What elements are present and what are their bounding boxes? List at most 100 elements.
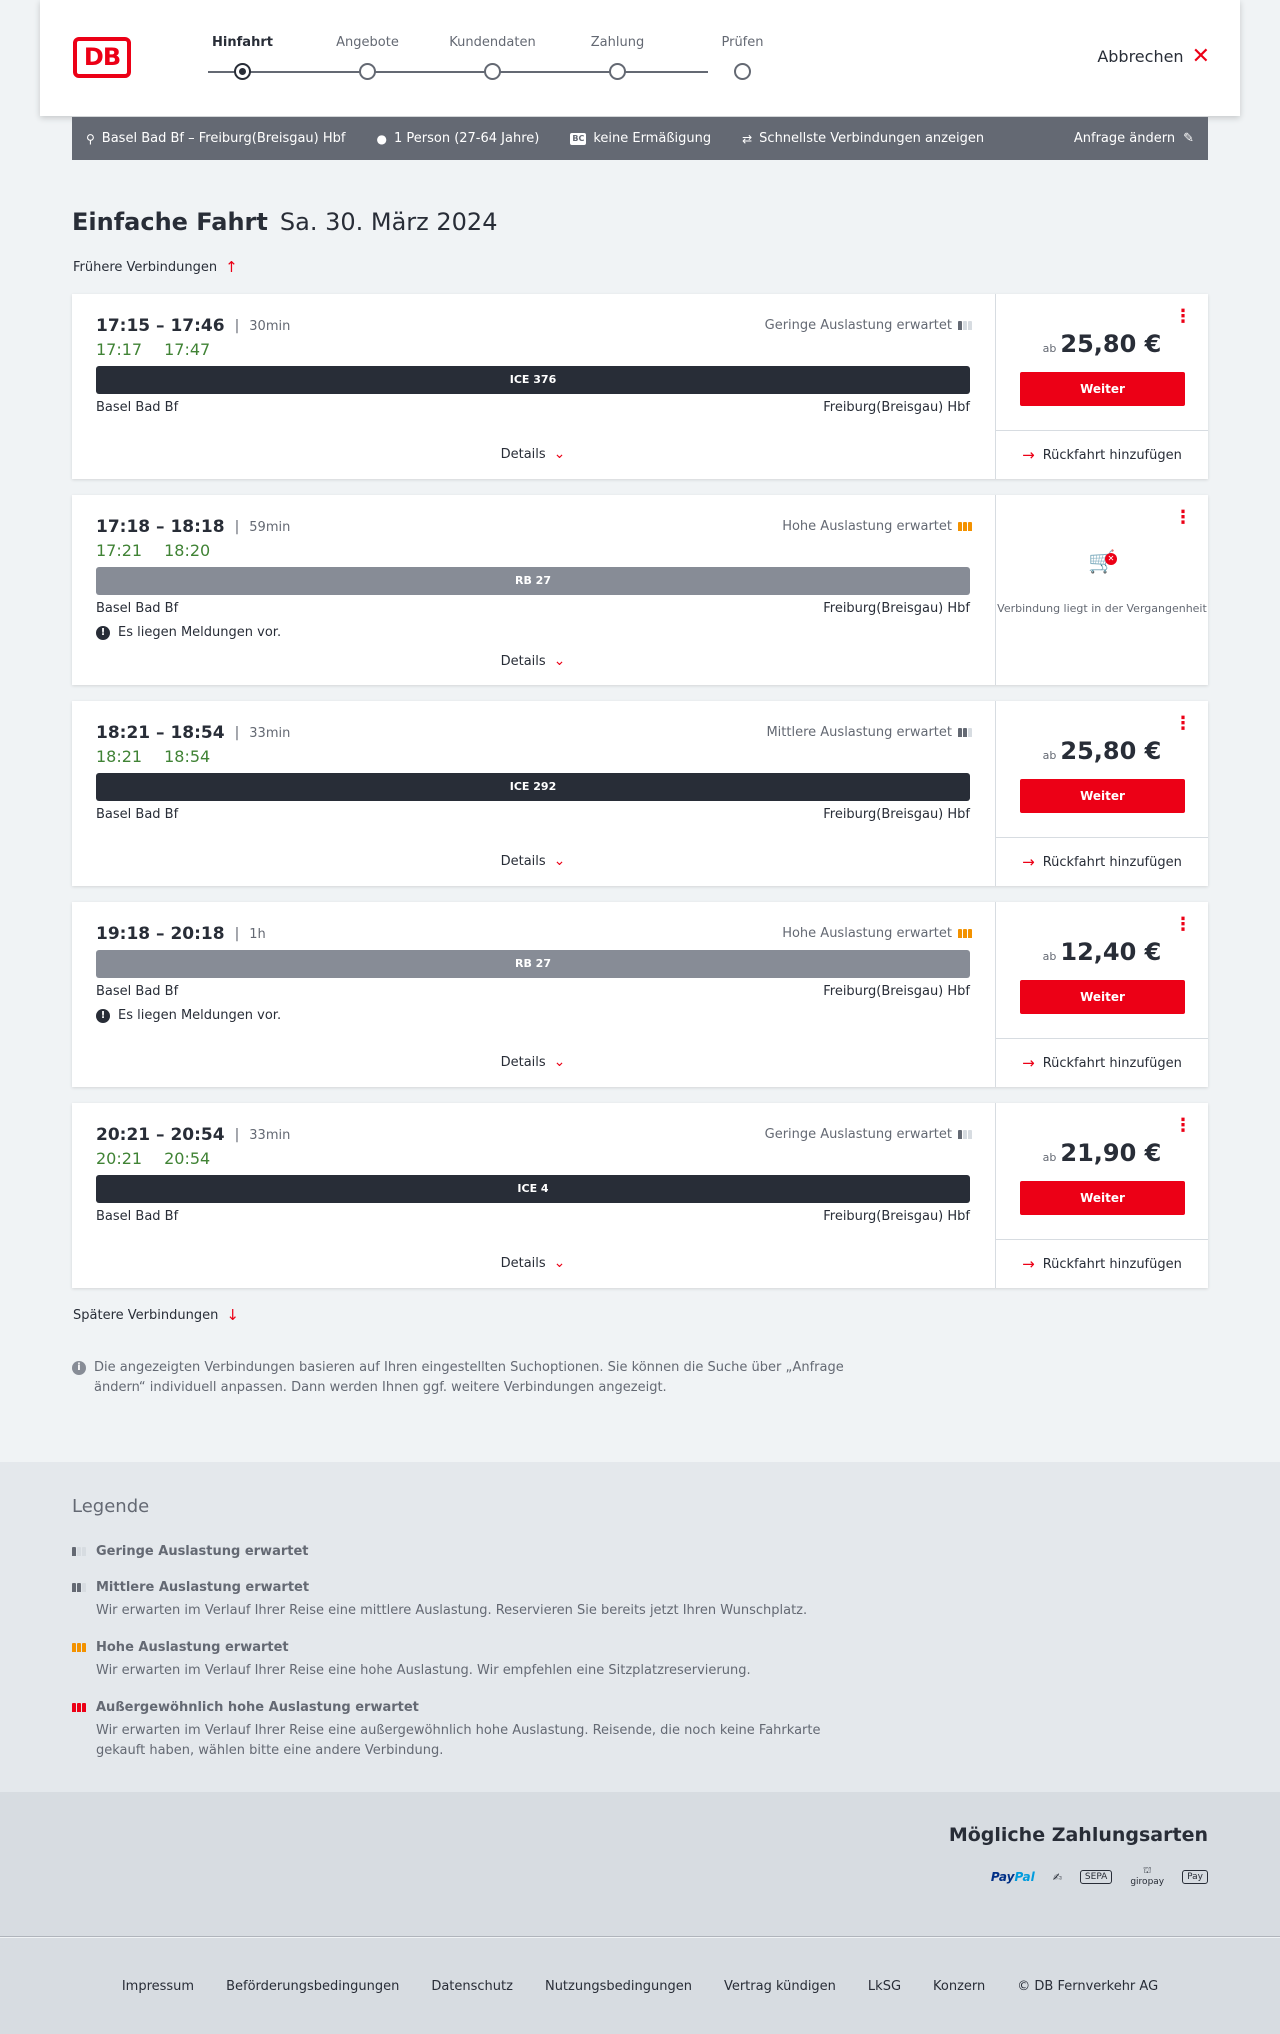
footer-link-impressum[interactable]: Impressum — [122, 1979, 194, 1994]
search-route: ⚲ Basel Bad Bf – Freiburg(Breisgau) Hbf — [86, 131, 345, 146]
warning-icon: ! — [96, 625, 110, 640]
add-return-trip-button[interactable]: → Rückfahrt hinzufügen — [996, 837, 1208, 886]
continue-button[interactable]: Weiter — [1020, 980, 1185, 1014]
footer-link-nutzungsbedingungen[interactable]: Nutzungsbedingungen — [545, 1979, 692, 1994]
details-toggle[interactable]: Details ⌄ — [72, 653, 994, 669]
price-prefix: ab — [1042, 749, 1057, 762]
offer-panel: ⋮ ab 25,80 € Weiter → Rückfahrt hinzufügen — [995, 294, 1208, 479]
train-bar: RB 27 — [96, 567, 970, 595]
disruption-notice: ! Es liegen Meldungen vor. — [96, 625, 281, 640]
offer-panel: ⋮ ab 21,90 € Weiter → Rückfahrt hinzufügen — [995, 1103, 1208, 1288]
connection-card[interactable]: 17:18 – 18:18 | 59min 17:21 18:20 Hohe Ausl… — [72, 495, 1208, 685]
more-options-icon[interactable]: ⋮ — [1174, 715, 1192, 733]
step-label: Angebote — [336, 35, 399, 50]
trip-type: Einfache Fahrt — [72, 208, 268, 236]
duration: 33min — [249, 725, 291, 741]
connection-card[interactable]: 18:21 – 18:54 | 33min 18:21 18:54 Mittlere … — [72, 701, 1208, 886]
info-text: Die angezeigten Verbindungen basieren au… — [94, 1360, 844, 1395]
legend-desc: Wir erwarten im Verlauf Ihrer Reise eine… — [96, 1663, 751, 1678]
db-logo[interactable]: DB — [73, 37, 131, 78]
cancel-button[interactable]: Abbrechen ✕ — [1097, 45, 1210, 67]
details-toggle[interactable]: Details ⌄ — [72, 1054, 994, 1070]
connection-info: 19:18 – 20:18 | 1h Hohe Auslastung erwarte… — [72, 902, 994, 1087]
connection-card[interactable]: 19:18 – 20:18 | 1h Hohe Auslastung erwarte… — [72, 902, 1208, 1087]
step-hinfahrt[interactable]: Hinfahrt — [180, 34, 305, 80]
connection-card[interactable]: 17:15 – 17:46 | 30min 17:17 17:47 Geringe A… — [72, 294, 1208, 479]
footer: Impressum Beförderungsbedingungen Datens… — [0, 1938, 1280, 2034]
details-label: Details — [500, 446, 546, 462]
add-return-trip-button[interactable]: → Rückfahrt hinzufügen — [996, 430, 1208, 479]
arrow-down-icon: ↓ — [226, 1306, 239, 1324]
occupancy-low-icon — [958, 321, 972, 330]
continue-button[interactable]: Weiter — [1020, 1181, 1185, 1215]
connection-card[interactable]: 20:21 – 20:54 | 33min 20:21 20:54 Geringe A… — [72, 1103, 1208, 1288]
occupancy-info: Hohe Auslastung erwartet — [782, 519, 972, 534]
chevron-down-icon: ⌄ — [553, 653, 566, 669]
edit-request-button[interactable]: Anfrage ändern ✎ — [1074, 131, 1194, 146]
footer-link-lksg[interactable]: LkSG — [868, 1979, 901, 1994]
footer-link-datenschutz[interactable]: Datenschutz — [431, 1979, 513, 1994]
later-connections-link[interactable]: Spätere Verbindungen ↓ — [73, 1306, 239, 1324]
occupancy-low-icon — [72, 1547, 86, 1556]
realtime-departure: 18:21 — [96, 747, 143, 766]
more-options-icon[interactable]: ⋮ — [1174, 509, 1192, 527]
continue-button[interactable]: Weiter — [1020, 372, 1185, 406]
offer-panel: ⋮ ab 25,80 € Weiter → Rückfahrt hinzufügen — [995, 701, 1208, 886]
connection-info: 17:15 – 17:46 | 30min 17:17 17:47 Geringe A… — [72, 294, 994, 479]
more-options-icon[interactable]: ⋮ — [1174, 916, 1192, 934]
occupancy-info: Mittlere Auslastung erwartet — [766, 725, 972, 740]
legend-item-high: Hohe Auslastung erwartet Wir erwarten im… — [72, 1640, 852, 1681]
details-toggle[interactable]: Details ⌄ — [72, 1255, 994, 1271]
location-pin-icon: ⚲ — [86, 131, 95, 146]
header: DB Hinfahrt Angebote Kundendaten Zahlung… — [40, 0, 1240, 116]
stations: Basel Bad Bf Freiburg(Breisgau) Hbf — [96, 984, 970, 999]
legend-item-very-high: Außergewöhnlich hohe Auslastung erwartet… — [72, 1700, 852, 1761]
occupancy-medium-icon — [958, 728, 972, 737]
realtime-times: 17:21 18:20 — [96, 541, 232, 560]
sepa-icon: SEPA — [1079, 1870, 1113, 1884]
destination-station: Freiburg(Breisgau) Hbf — [823, 807, 970, 822]
chevron-down-icon: ⌄ — [553, 1255, 566, 1271]
step-zahlung: Zahlung — [555, 34, 680, 80]
legend-head: Mittlere Auslastung erwartet — [72, 1580, 852, 1595]
booking-progress: Hinfahrt Angebote Kundendaten Zahlung Pr… — [180, 34, 780, 84]
more-options-icon[interactable]: ⋮ — [1174, 1117, 1192, 1135]
step-dot — [234, 63, 251, 80]
add-return-trip-button[interactable]: → Rückfahrt hinzufügen — [996, 1038, 1208, 1087]
duration: 59min — [249, 519, 291, 535]
footer-link-befoerderungsbedingungen[interactable]: Beförderungsbedingungen — [226, 1979, 399, 1994]
legend-section: Legende Geringe Auslastung erwartet Mitt… — [0, 1462, 1280, 1792]
payment-title: Mögliche Zahlungsarten — [948, 1824, 1208, 1846]
pencil-icon: ✎ — [1183, 131, 1194, 146]
footer-link-konzern[interactable]: Konzern — [933, 1979, 985, 1994]
footer-link-vertrag-kuendigen[interactable]: Vertrag kündigen — [724, 1979, 836, 1994]
notice-text: Es liegen Meldungen vor. — [118, 1008, 282, 1023]
option-text: Schnellste Verbindungen anzeigen — [759, 131, 985, 146]
legend-head-text: Hohe Auslastung erwartet — [96, 1640, 289, 1655]
occupancy-very-high-icon — [72, 1703, 86, 1712]
continue-button[interactable]: Weiter — [1020, 779, 1185, 813]
earlier-connections-link[interactable]: Frühere Verbindungen ↑ — [73, 258, 238, 276]
legend-head-text: Außergewöhnlich hohe Auslastung erwartet — [96, 1700, 419, 1715]
warning-icon: ! — [96, 1008, 110, 1023]
origin-station: Basel Bad Bf — [96, 1209, 179, 1224]
step-dot — [609, 63, 626, 80]
route-text: Basel Bad Bf – Freiburg(Breisgau) Hbf — [101, 131, 346, 146]
price-amount: 21,90 € — [1060, 1139, 1162, 1167]
arrow-right-icon: → — [1022, 1255, 1035, 1273]
details-toggle[interactable]: Details ⌄ — [72, 446, 994, 462]
arrow-right-icon: → — [1022, 853, 1035, 871]
legend-title: Legende — [72, 1496, 150, 1517]
occupancy-text: Hohe Auslastung erwartet — [782, 519, 952, 534]
passengers-text: 1 Person (27-64 Jahre) — [393, 131, 540, 146]
legend-desc: Wir erwarten im Verlauf Ihrer Reise eine… — [96, 1603, 808, 1618]
occupancy-high-icon — [72, 1643, 86, 1652]
price-prefix: ab — [1042, 1151, 1057, 1164]
details-toggle[interactable]: Details ⌄ — [72, 853, 994, 869]
realtime-departure: 17:17 — [96, 340, 143, 359]
footer-copyright: © DB Fernverkehr AG — [1017, 1978, 1159, 1994]
more-options-icon[interactable]: ⋮ — [1174, 308, 1192, 326]
page-title: Einfache Fahrt Sa. 30. März 2024 — [72, 208, 497, 236]
giropay-icon: ⛫ giropay — [1130, 1866, 1165, 1887]
add-return-trip-button[interactable]: → Rückfahrt hinzufügen — [996, 1239, 1208, 1288]
